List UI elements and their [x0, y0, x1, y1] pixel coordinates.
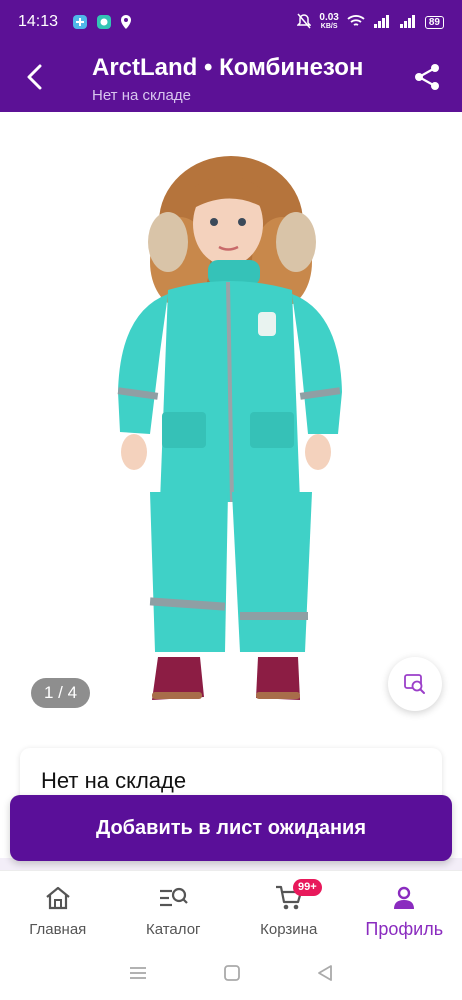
cart-badge: 99+ — [293, 879, 322, 896]
signal-icon — [373, 14, 391, 31]
nav-label-profile: Профиль — [365, 919, 444, 939]
recent-apps-icon[interactable] — [128, 965, 148, 986]
status-time: 14:13 — [18, 13, 59, 30]
app-notification-icon — [72, 14, 88, 30]
signal-icon-2 — [399, 14, 417, 31]
system-navigation-bar — [0, 950, 462, 1000]
stock-status-text: Нет на складе — [41, 768, 187, 793]
product-gallery[interactable]: 1 / 4 — [0, 112, 462, 732]
chat-notification-icon — [96, 14, 112, 30]
catalog-search-icon — [158, 883, 189, 913]
location-icon — [120, 14, 132, 30]
mute-icon — [296, 13, 313, 32]
visual-search-button[interactable] — [388, 657, 442, 711]
nav-label-catalog: Каталог — [145, 921, 201, 938]
nav-item-catalog[interactable]: Каталог — [116, 871, 232, 950]
nav-item-home[interactable]: Главная — [0, 871, 116, 950]
status-bar: 14:13 0.03 KB/S 89 — [0, 0, 462, 44]
profile-icon — [392, 883, 416, 913]
battery-indicator: 89 — [424, 15, 444, 29]
page-subtitle: Нет на складе — [92, 87, 191, 104]
nav-label-cart: Корзина — [260, 921, 318, 938]
back-system-icon[interactable] — [316, 964, 334, 987]
share-icon — [415, 64, 439, 90]
net-speed: 0.03 KB/S — [319, 12, 339, 31]
gallery-page-indicator: 1 / 4 — [31, 678, 90, 708]
nav-item-profile[interactable]: Профиль — [347, 871, 462, 950]
image-search-icon — [404, 674, 425, 694]
product-photo — [117, 156, 342, 700]
add-to-waitlist-button[interactable]: Добавить в лист ожидания — [10, 795, 452, 861]
page-title: ArctLand • Комбинезон — [92, 54, 364, 81]
app-bar: ArctLand • Комбинезон Нет на складе — [0, 44, 462, 112]
back-arrow-icon — [27, 64, 42, 90]
home-system-icon[interactable] — [223, 964, 241, 987]
nav-label-home: Главная — [29, 921, 87, 938]
bottom-navigation: Главная Каталог 99+ Корзина Профиль — [0, 870, 462, 950]
wifi-icon — [347, 14, 365, 31]
share-button[interactable] — [412, 62, 442, 92]
back-button[interactable] — [20, 62, 50, 92]
home-icon — [44, 883, 72, 913]
nav-item-cart[interactable]: 99+ Корзина — [231, 871, 347, 950]
